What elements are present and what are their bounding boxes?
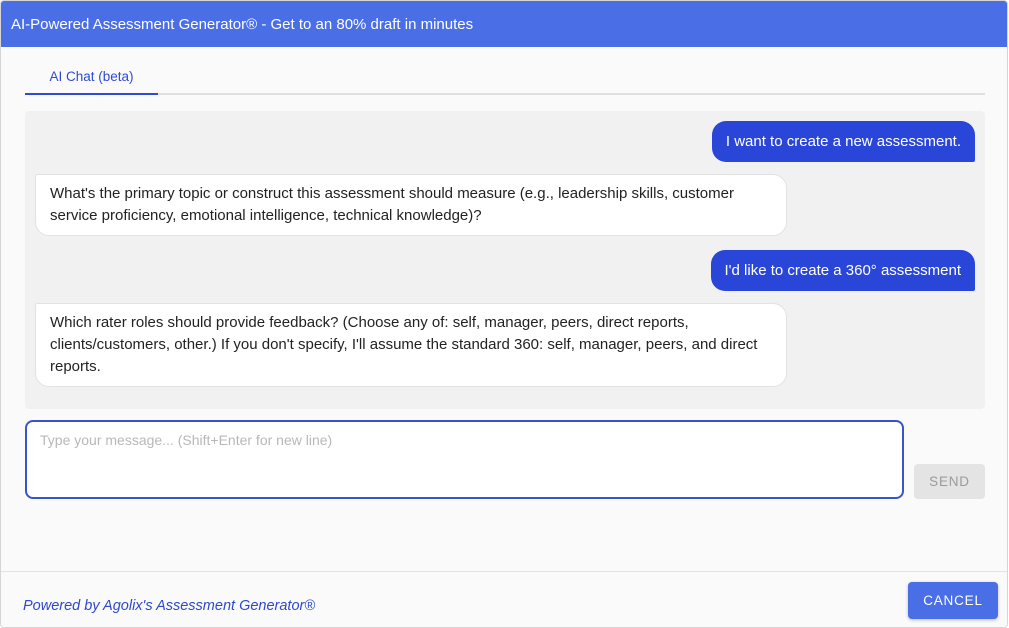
dialog-title-bar: AI-Powered Assessment Generator® - Get t… — [1, 1, 1007, 47]
send-button[interactable]: SEND — [914, 464, 985, 499]
assistant-message: What's the primary topic or construct th… — [35, 174, 787, 236]
assessment-generator-dialog: AI-Powered Assessment Generator® - Get t… — [0, 0, 1008, 628]
assistant-message: Which rater roles should provide feedbac… — [35, 303, 787, 387]
dialog-footer: Powered by Agolix's Assessment Generator… — [1, 571, 1007, 627]
powered-by-text: Powered by Agolix's Assessment Generator… — [23, 598, 316, 614]
user-message: I want to create a new assessment. — [711, 121, 975, 162]
user-message: I'd like to create a 360° assessment — [710, 250, 975, 291]
cancel-button[interactable]: CANCEL — [908, 582, 998, 619]
tab-ai-chat[interactable]: AI Chat (beta) — [25, 59, 158, 95]
message-input[interactable] — [25, 420, 904, 499]
dialog-title: AI-Powered Assessment Generator® - Get t… — [11, 15, 474, 33]
tab-bar: AI Chat (beta) — [25, 59, 985, 95]
chat-messages-area[interactable]: I want to create a new assessment. What'… — [25, 111, 985, 409]
